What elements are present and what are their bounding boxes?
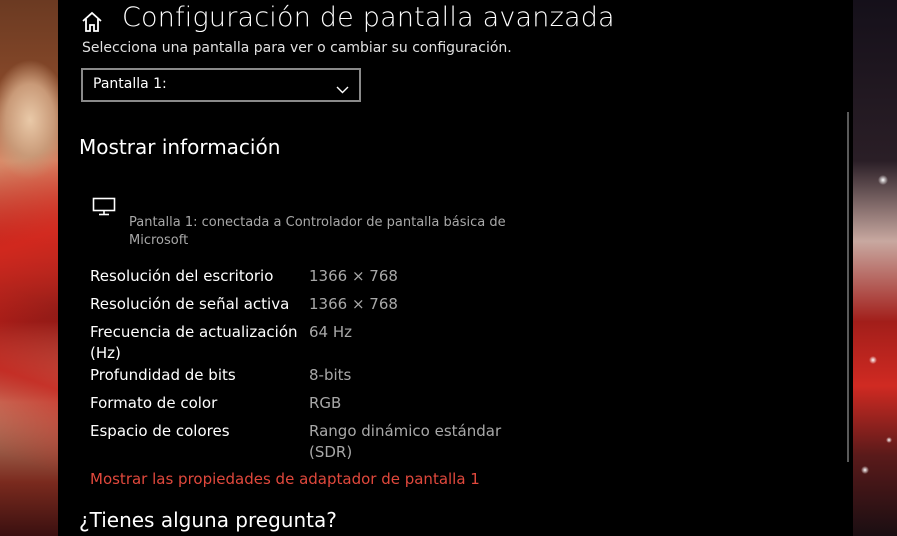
- scrollbar[interactable]: [847, 112, 849, 462]
- info-label-desktop-resolution: Resolución del escritorio: [90, 267, 274, 285]
- desktop-wallpaper-left: [0, 0, 58, 536]
- info-value-refresh-rate: 64 Hz: [309, 323, 353, 341]
- info-value-bit-depth: 8-bits: [309, 366, 352, 384]
- info-value-active-signal-resolution: 1366 × 768: [309, 295, 398, 313]
- adapter-properties-link[interactable]: Mostrar las propiedades de adaptador de …: [90, 470, 480, 488]
- display-connection-description: Pantalla 1: conectada a Controlador de p…: [129, 215, 506, 248]
- display-select-dropdown[interactable]: Pantalla 1:: [81, 68, 361, 102]
- info-label-color-space: Espacio de colores: [90, 422, 230, 440]
- info-label-color-format: Formato de color: [90, 394, 218, 412]
- info-value-color-space: Rango dinámico estándar (SDR): [309, 422, 502, 461]
- display-info-title: Mostrar información: [79, 135, 281, 159]
- home-icon[interactable]: [80, 10, 104, 34]
- info-value-color-format: RGB: [309, 394, 342, 412]
- info-label-refresh-rate: Frecuencia de actualización (Hz): [90, 323, 298, 362]
- chevron-down-icon: [336, 79, 349, 94]
- info-label-active-signal-resolution: Resolución de señal activa: [90, 295, 290, 313]
- display-select-value: Pantalla 1:: [93, 76, 167, 92]
- desktop-wallpaper-right: [853, 0, 897, 536]
- select-display-hint: Selecciona una pantalla para ver o cambi…: [82, 40, 512, 56]
- info-value-desktop-resolution: 1366 × 768: [309, 267, 398, 285]
- page-title: Configuración de pantalla avanzada: [122, 2, 615, 33]
- help-section-title: ¿Tienes alguna pregunta?: [79, 508, 337, 532]
- info-label-bit-depth: Profundidad de bits: [90, 366, 236, 384]
- monitor-icon: [92, 197, 116, 217]
